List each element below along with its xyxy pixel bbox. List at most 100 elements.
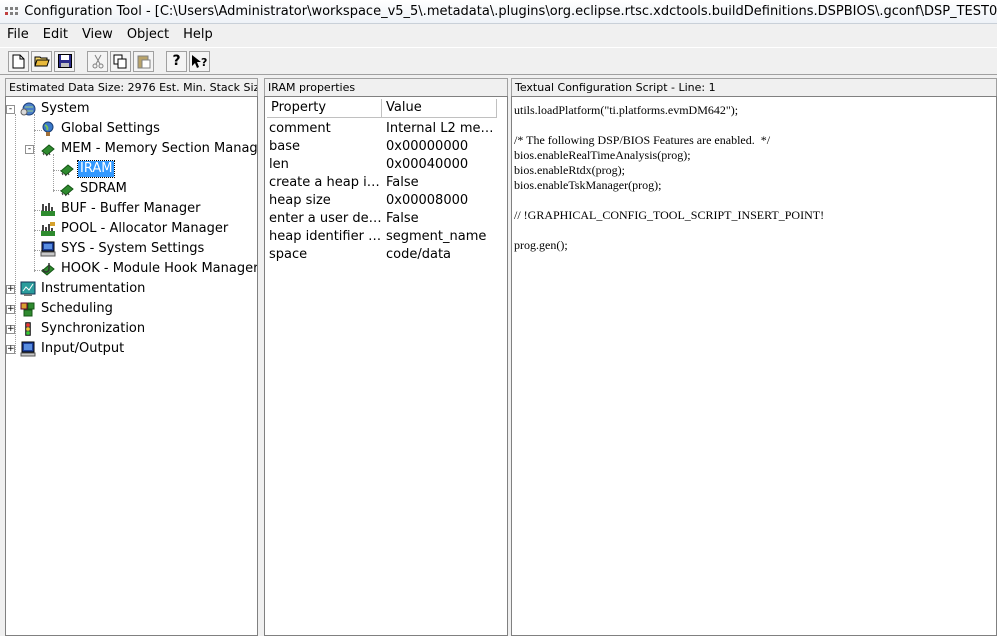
tree-item-label: BUF - Buffer Manager: [61, 201, 201, 216]
property-row-len[interactable]: len 0x00040000: [267, 156, 499, 174]
cut-icon[interactable]: [87, 50, 108, 72]
tree-item-pool[interactable]: POOL - Allocator Manager: [40, 219, 230, 239]
menu-help[interactable]: Help: [176, 25, 220, 45]
script-editor[interactable]: utils.loadPlatform("ti.platforms.evmDM64…: [511, 96, 997, 636]
middle-pane-header: IRAM properties: [264, 78, 508, 96]
help-icon[interactable]: ?: [166, 50, 187, 72]
property-row-base[interactable]: base 0x00000000: [267, 138, 499, 156]
tree-item-label: IRAM: [76, 160, 116, 178]
property-value[interactable]: segment_name: [384, 228, 499, 246]
tree-item-synchronization[interactable]: Synchronization: [20, 319, 147, 339]
property-name: len: [269, 157, 289, 172]
tree-item-system[interactable]: System: [20, 99, 91, 119]
tree-item-label: Synchronization: [41, 321, 146, 336]
scheduling-icon: [20, 302, 35, 317]
property-name: heap size: [269, 193, 331, 208]
script-line: bios.enableTskManager(prog);: [514, 178, 662, 192]
tree-line: [15, 114, 16, 354]
expand-instrumentation-button[interactable]: +: [6, 285, 15, 294]
property-name: comment: [269, 121, 331, 136]
system-icon: [20, 102, 36, 116]
instrumentation-icon: [20, 281, 36, 296]
grid-header: Property Value: [267, 99, 497, 118]
open-icon[interactable]: [31, 50, 52, 72]
tree-item-label: POOL - Allocator Manager: [61, 221, 229, 236]
tree-item-global-settings[interactable]: Global Settings: [40, 119, 162, 139]
menu-view[interactable]: View: [75, 25, 120, 45]
tree-item-scheduling[interactable]: Scheduling: [20, 299, 115, 319]
menu-file[interactable]: File: [0, 25, 36, 45]
expand-io-button[interactable]: +: [6, 345, 15, 354]
script-line: bios.enableRealTimeAnalysis(prog);: [514, 148, 691, 162]
tree-item-label: Global Settings: [61, 121, 160, 136]
column-header-property[interactable]: Property: [267, 99, 382, 118]
right-pane-header: Textual Configuration Script - Line: 1: [511, 78, 997, 96]
menu-edit[interactable]: Edit: [36, 25, 75, 45]
script-line: utils.loadPlatform("ti.platforms.evmDM64…: [514, 103, 739, 117]
computer-icon: [40, 241, 56, 257]
tree-item-hook[interactable]: HOOK - Module Hook Manager: [40, 259, 258, 279]
memory-chip-icon: [60, 164, 74, 177]
svg-text:?: ?: [201, 56, 207, 69]
tree-item-label: Instrumentation: [41, 281, 146, 296]
tree-item-label: MEM - Memory Section Manager: [61, 141, 258, 156]
script-line: bios.enableRtdx(prog);: [514, 163, 625, 177]
memory-chip-icon: [41, 144, 55, 157]
tree-item-instrumentation[interactable]: Instrumentation: [20, 279, 147, 299]
toolbar: ? ?: [0, 47, 997, 75]
property-row-user-defined[interactable]: enter a user defi... False: [267, 210, 499, 228]
new-icon[interactable]: [8, 50, 29, 72]
property-value[interactable]: 0x00040000: [384, 156, 499, 174]
tree-item-label: HOOK - Module Hook Manager: [61, 261, 258, 276]
tree-item-label: Input/Output: [41, 341, 125, 356]
property-value[interactable]: code/data: [384, 246, 499, 264]
menu-object[interactable]: Object: [120, 25, 176, 45]
property-value[interactable]: Internal L2 mem...: [384, 120, 499, 138]
tree-item-io[interactable]: Input/Output: [20, 339, 126, 359]
copy-icon[interactable]: [110, 50, 131, 72]
tree-item-sdram[interactable]: SDRAM: [59, 179, 129, 199]
property-name: space: [269, 247, 308, 262]
script-line: // !GRAPHICAL_CONFIG_TOOL_SCRIPT_INSERT_…: [514, 208, 825, 222]
property-value[interactable]: False: [384, 210, 499, 228]
property-name: create a heap in ...: [269, 175, 384, 190]
tree-item-buf[interactable]: BUF - Buffer Manager: [40, 199, 202, 219]
script-line: prog.gen();: [514, 238, 568, 252]
tree-line: [53, 154, 54, 192]
hook-icon: [41, 263, 55, 276]
column-header-value[interactable]: Value: [382, 99, 497, 118]
save-icon[interactable]: [54, 50, 75, 72]
property-value[interactable]: 0x00000000: [384, 138, 499, 156]
tree-item-sys[interactable]: SYS - System Settings: [40, 239, 206, 259]
buffer-icon: [41, 203, 55, 216]
collapse-system-button[interactable]: -: [6, 105, 15, 114]
paste-icon[interactable]: [133, 50, 154, 72]
tree-item-mem[interactable]: MEM - Memory Section Manager: [40, 139, 258, 159]
property-row-heap-identifier[interactable]: heap identifier la... segment_name: [267, 228, 499, 246]
tree-item-label: Scheduling: [41, 301, 113, 316]
pool-icon: [41, 222, 55, 236]
io-icon: [20, 341, 36, 357]
globe-icon: [42, 121, 54, 136]
property-name: enter a user defi...: [269, 211, 384, 226]
app-icon: [4, 4, 18, 20]
title-bar: Configuration Tool - [C:\Users\Administr…: [0, 0, 997, 24]
properties-grid: Property Value comment Internal L2 mem..…: [264, 96, 508, 636]
property-value[interactable]: 0x00008000: [384, 192, 499, 210]
expand-synchronization-button[interactable]: +: [6, 325, 15, 334]
menu-bar: File Edit View Object Help: [0, 25, 997, 45]
property-name: base: [269, 139, 300, 154]
property-row-space[interactable]: space code/data: [267, 246, 499, 264]
tree-line: [34, 114, 35, 272]
synchronization-icon: [25, 322, 31, 336]
property-row-heap-size[interactable]: heap size 0x00008000: [267, 192, 499, 210]
property-row-create-heap[interactable]: create a heap in ... False: [267, 174, 499, 192]
property-value[interactable]: False: [384, 174, 499, 192]
collapse-mem-button[interactable]: -: [25, 145, 34, 154]
context-help-icon[interactable]: ?: [189, 50, 210, 72]
memory-chip-icon: [60, 184, 74, 197]
object-tree[interactable]: - - + + + + System Global Settings MEM -…: [5, 96, 258, 636]
property-row-comment[interactable]: comment Internal L2 mem...: [267, 120, 499, 138]
tree-item-iram[interactable]: IRAM: [59, 159, 116, 179]
expand-scheduling-button[interactable]: +: [6, 305, 15, 314]
